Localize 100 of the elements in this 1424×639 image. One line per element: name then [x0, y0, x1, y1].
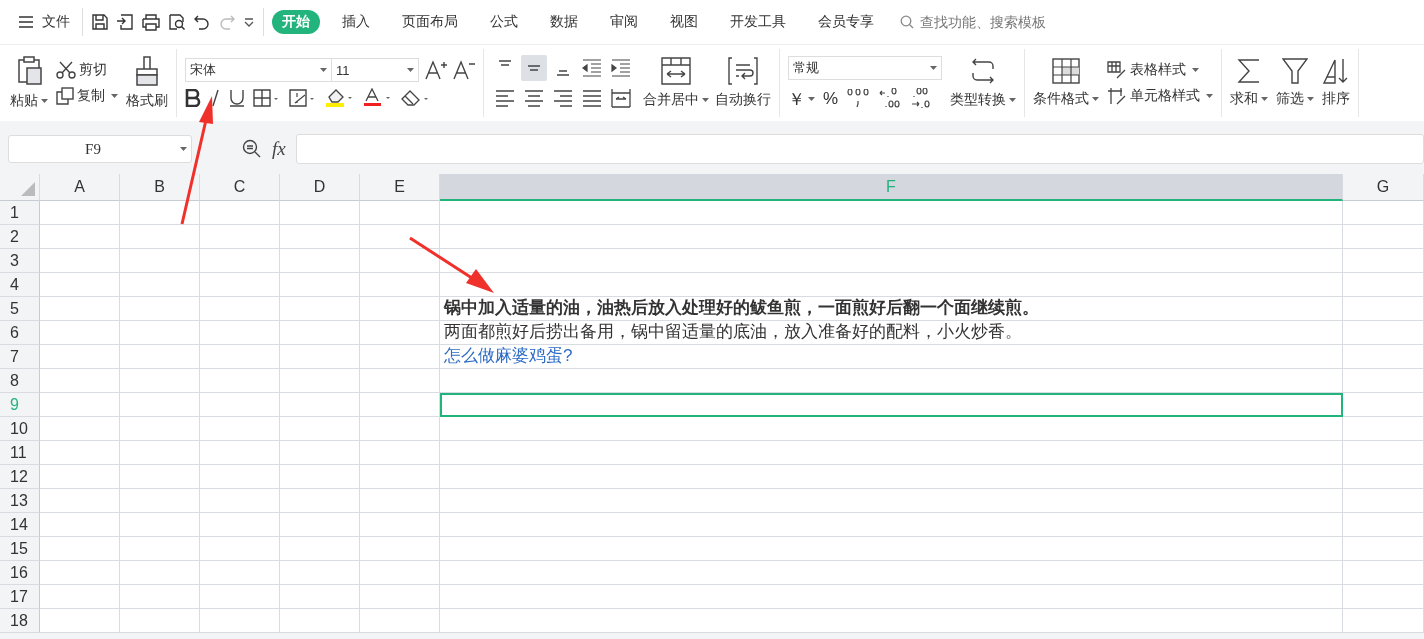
table-cell[interactable]: [40, 609, 120, 633]
column-header[interactable]: A: [40, 174, 120, 201]
table-cell[interactable]: [40, 489, 120, 513]
underline-icon[interactable]: [229, 89, 245, 107]
table-cell[interactable]: [440, 417, 1343, 441]
table-cell[interactable]: [40, 465, 120, 489]
table-cell[interactable]: [280, 465, 360, 489]
table-style-button[interactable]: 表格样式: [1107, 61, 1213, 79]
merge-center-button[interactable]: 合并居中: [643, 57, 709, 109]
table-cell[interactable]: [120, 297, 200, 321]
row-header[interactable]: 5: [0, 297, 40, 321]
table-cell[interactable]: [360, 273, 440, 297]
borders-icon[interactable]: [253, 89, 281, 107]
row-header[interactable]: 7: [0, 345, 40, 369]
table-cell[interactable]: [280, 393, 360, 417]
table-cell[interactable]: [40, 537, 120, 561]
table-cell[interactable]: [280, 297, 360, 321]
table-cell[interactable]: [200, 609, 280, 633]
table-cell[interactable]: [200, 249, 280, 273]
table-cell[interactable]: [360, 609, 440, 633]
table-cell[interactable]: [1343, 585, 1424, 609]
table-cell[interactable]: [200, 513, 280, 537]
table-cell[interactable]: [120, 417, 200, 441]
ribbon-tab[interactable]: 开发工具: [720, 10, 796, 34]
cell-style-button[interactable]: 单元格样式: [1107, 87, 1213, 105]
table-cell[interactable]: [360, 585, 440, 609]
format-painter-button[interactable]: 格式刷: [126, 56, 168, 110]
table-cell[interactable]: [40, 201, 120, 225]
table-cell[interactable]: [200, 465, 280, 489]
table-cell[interactable]: [120, 225, 200, 249]
table-cell[interactable]: [360, 537, 440, 561]
table-cell[interactable]: [1343, 249, 1424, 273]
table-cell[interactable]: [40, 345, 120, 369]
table-cell[interactable]: [280, 441, 360, 465]
table-cell[interactable]: 锅中加入适量的油，油热后放入处理好的鲅鱼煎，一面煎好后翻一个面继续煎。: [440, 297, 1343, 321]
table-cell[interactable]: [440, 201, 1343, 225]
decrease-font-icon[interactable]: [453, 60, 475, 80]
table-cell[interactable]: [280, 321, 360, 345]
table-cell[interactable]: [1343, 273, 1424, 297]
increase-font-icon[interactable]: [425, 60, 447, 80]
table-cell[interactable]: [280, 585, 360, 609]
table-cell[interactable]: [440, 585, 1343, 609]
currency-button[interactable]: ￥: [788, 87, 815, 111]
table-cell[interactable]: [40, 561, 120, 585]
conditional-format-button[interactable]: 条件格式: [1033, 58, 1099, 108]
table-cell[interactable]: 两面都煎好后捞出备用，锅中留适量的底油，放入准备好的配料，小火炒香。: [440, 321, 1343, 345]
table-cell[interactable]: [1343, 561, 1424, 585]
zoom-icon[interactable]: [242, 139, 262, 159]
name-box[interactable]: F9: [8, 135, 192, 163]
table-cell[interactable]: [40, 513, 120, 537]
ribbon-tab[interactable]: 数据: [540, 10, 588, 34]
cut-button[interactable]: 剪切: [56, 61, 118, 79]
table-cell[interactable]: [200, 489, 280, 513]
table-cell[interactable]: [360, 225, 440, 249]
filter-button[interactable]: 筛选: [1276, 58, 1314, 108]
table-cell[interactable]: [360, 441, 440, 465]
table-cell[interactable]: [120, 585, 200, 609]
function-label[interactable]: fx: [272, 138, 286, 160]
table-cell[interactable]: [360, 201, 440, 225]
select-all-icon[interactable]: [21, 182, 35, 196]
row-header[interactable]: 2: [0, 225, 40, 249]
paste-button[interactable]: 粘贴: [10, 56, 48, 110]
table-cell[interactable]: [280, 561, 360, 585]
table-cell[interactable]: [200, 537, 280, 561]
table-cell[interactable]: [360, 321, 440, 345]
table-cell[interactable]: [440, 513, 1343, 537]
sum-button[interactable]: 求和: [1230, 58, 1268, 108]
table-cell[interactable]: [200, 321, 280, 345]
table-cell[interactable]: [40, 441, 120, 465]
row-header[interactable]: 12: [0, 465, 40, 489]
table-cell[interactable]: [280, 225, 360, 249]
row-header[interactable]: 14: [0, 513, 40, 537]
table-cell[interactable]: [1343, 321, 1424, 345]
table-cell[interactable]: [120, 465, 200, 489]
row-header[interactable]: 17: [0, 585, 40, 609]
table-cell[interactable]: [440, 561, 1343, 585]
table-cell[interactable]: [360, 513, 440, 537]
table-cell[interactable]: [280, 369, 360, 393]
table-cell[interactable]: [120, 513, 200, 537]
percent-button[interactable]: %: [823, 89, 839, 109]
row-header[interactable]: 16: [0, 561, 40, 585]
table-cell[interactable]: [120, 321, 200, 345]
table-cell[interactable]: [360, 561, 440, 585]
table-cell[interactable]: [440, 225, 1343, 249]
table-cell[interactable]: [120, 273, 200, 297]
table-cell[interactable]: [120, 489, 200, 513]
table-cell[interactable]: [200, 561, 280, 585]
sort-button[interactable]: 排序: [1322, 58, 1350, 108]
type-convert-button[interactable]: 类型转换: [950, 57, 1016, 109]
thousands-separator-icon[interactable]: [846, 89, 871, 109]
table-cell[interactable]: [1343, 513, 1424, 537]
table-cell[interactable]: 怎么做麻婆鸡蛋?: [440, 345, 1343, 369]
bold-icon[interactable]: [185, 89, 201, 107]
undo-icon[interactable]: [193, 13, 211, 31]
table-cell[interactable]: [120, 393, 200, 417]
column-header[interactable]: B: [120, 174, 200, 201]
table-cell[interactable]: [280, 609, 360, 633]
table-cell[interactable]: [120, 369, 200, 393]
table-cell[interactable]: [120, 609, 200, 633]
table-cell[interactable]: [1343, 465, 1424, 489]
